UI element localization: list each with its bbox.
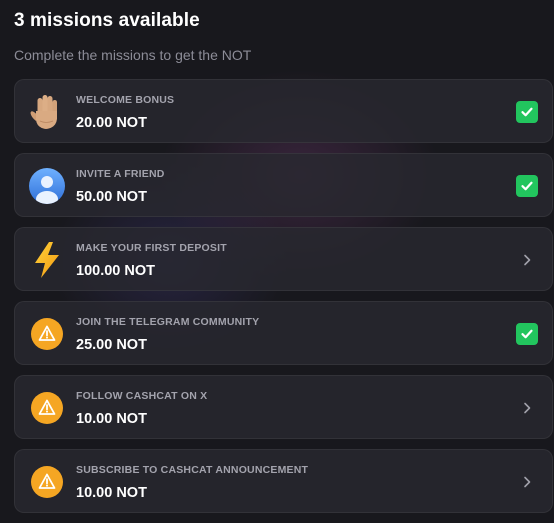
mission-status-completed (516, 323, 538, 345)
mission-reward: 10.00 NOT (76, 411, 147, 427)
mission-name: WELCOME BONUS (76, 94, 175, 106)
mission-name: FOLLOW CASHCAT ON X (76, 390, 208, 402)
mission-status-open (516, 397, 538, 419)
mission-reward: 10.00 NOT (76, 485, 147, 501)
mission-card-join-telegram[interactable]: JOIN THE TELEGRAM COMMUNITY 25.00 NOT (14, 301, 553, 365)
mission-name: JOIN THE TELEGRAM COMMUNITY (76, 316, 260, 328)
lightning-bolt-icon (27, 240, 67, 280)
warning-icon (27, 462, 67, 502)
page-subtitle: Complete the missions to get the NOT (14, 47, 252, 63)
mission-name: INVITE A FRIEND (76, 168, 165, 180)
raised-hand-icon (27, 92, 67, 132)
missions-list: WELCOME BONUS 20.00 NOT INVITE A FRIEND … (14, 79, 553, 523)
mission-reward: 25.00 NOT (76, 337, 147, 353)
chevron-right-icon (516, 397, 538, 419)
mission-reward: 50.00 NOT (76, 189, 147, 205)
user-avatar-icon (27, 166, 67, 206)
mission-status-open (516, 471, 538, 493)
mission-card-first-deposit[interactable]: MAKE YOUR FIRST DEPOSIT 100.00 NOT (14, 227, 553, 291)
mission-status-completed (516, 101, 538, 123)
mission-card-invite-friend[interactable]: INVITE A FRIEND 50.00 NOT (14, 153, 553, 217)
mission-name: MAKE YOUR FIRST DEPOSIT (76, 242, 227, 254)
warning-icon (27, 388, 67, 428)
mission-reward: 20.00 NOT (76, 115, 147, 131)
missions-page: 3 missions available Complete the missio… (0, 0, 554, 523)
mission-card-welcome-bonus[interactable]: WELCOME BONUS 20.00 NOT (14, 79, 553, 143)
mission-name: SUBSCRIBE TO CASHCAT ANNOUNCEMENT (76, 464, 309, 476)
checkmark-icon (516, 175, 538, 197)
mission-status-open (516, 249, 538, 271)
page-title: 3 missions available (14, 10, 200, 31)
checkmark-icon (516, 323, 538, 345)
mission-reward: 100.00 NOT (76, 263, 155, 279)
chevron-right-icon (516, 471, 538, 493)
checkmark-icon (516, 101, 538, 123)
mission-status-completed (516, 175, 538, 197)
warning-icon (27, 314, 67, 354)
mission-card-follow-cashcat-x[interactable]: FOLLOW CASHCAT ON X 10.00 NOT (14, 375, 553, 439)
mission-card-subscribe-announcement[interactable]: SUBSCRIBE TO CASHCAT ANNOUNCEMENT 10.00 … (14, 449, 553, 513)
chevron-right-icon (516, 249, 538, 271)
